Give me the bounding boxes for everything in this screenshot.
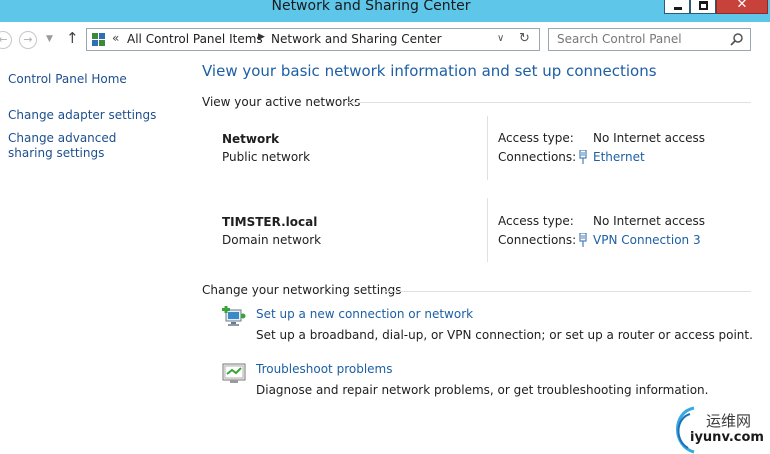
active-networks-label: View your active networks [202, 95, 361, 109]
breadcrumb-separator-icon[interactable]: ▶ [258, 32, 265, 42]
connection-link-vpn[interactable]: VPN Connection 3 [593, 233, 701, 247]
address-overflow-chevron[interactable]: « [112, 31, 119, 45]
vpn-connection-icon [579, 233, 587, 247]
up-button[interactable]: ↑ [66, 29, 79, 47]
vertical-divider [487, 116, 488, 180]
watermark-chinese-text: 运维网 [706, 412, 752, 430]
close-icon: ✕ [736, 0, 748, 12]
window-title: Network and Sharing Center [271, 0, 471, 14]
back-button[interactable]: ← [0, 31, 12, 49]
sidebar-item-change-advanced-sharing-settings[interactable]: Change advanced sharing settings [8, 131, 158, 161]
address-dropdown-icon[interactable]: ∨ [497, 33, 504, 44]
refresh-icon[interactable]: ↻ [519, 31, 530, 46]
navigation-bar: ← → ▼ ↑ « All Control Panel Items ▶ Netw… [0, 22, 770, 56]
section-divider [346, 102, 751, 103]
search-box[interactable]: Search Control Panel [548, 28, 751, 51]
connection-link-ethernet[interactable]: Ethernet [593, 150, 645, 164]
title-bar[interactable]: Network and Sharing Center ✕ [0, 0, 770, 22]
vertical-divider [487, 198, 488, 262]
maximize-icon [699, 1, 708, 10]
troubleshoot-icon [222, 363, 246, 383]
maximize-button[interactable] [690, 0, 716, 14]
troubleshoot-problems-description: Diagnose and repair network problems, or… [256, 383, 709, 397]
troubleshoot-problems-link[interactable]: Troubleshoot problems [256, 362, 392, 376]
network-category: Domain network [222, 233, 322, 247]
control-panel-icon [91, 32, 106, 47]
network-name: Network [222, 132, 280, 146]
breadcrumb-network-and-sharing-center[interactable]: Network and Sharing Center [271, 32, 442, 46]
access-type-value: No Internet access [593, 214, 706, 228]
new-connection-icon [222, 306, 246, 326]
address-bar[interactable]: « All Control Panel Items ▶ Network and … [86, 28, 540, 51]
connections-label: Connections: [498, 233, 577, 247]
sidebar-item-change-adapter-settings[interactable]: Change adapter settings [8, 108, 156, 123]
setup-new-connection-description: Set up a broadband, dial-up, or VPN conn… [256, 328, 753, 342]
setup-new-connection-link[interactable]: Set up a new connection or network [256, 307, 473, 321]
network-name: TIMSTER.local [222, 215, 318, 229]
access-type-label: Access type: [498, 214, 574, 228]
minimize-icon [674, 7, 682, 10]
access-type-label: Access type: [498, 131, 574, 145]
access-type-value: No Internet access [593, 131, 706, 145]
forward-button[interactable]: → [19, 31, 37, 49]
close-button[interactable]: ✕ [716, 0, 768, 14]
connections-label: Connections: [498, 150, 577, 164]
search-input[interactable]: Search Control Panel [557, 32, 682, 46]
networking-settings-label: Change your networking settings [202, 283, 402, 297]
recent-locations-dropdown[interactable]: ▼ [46, 34, 53, 44]
content-area: Control Panel Home Change adapter settin… [0, 56, 770, 454]
minimize-button[interactable] [664, 0, 690, 14]
ethernet-icon [579, 150, 587, 164]
page-title: View your basic network information and … [202, 62, 657, 80]
search-icon[interactable] [730, 32, 744, 46]
sidebar-item-control-panel-home[interactable]: Control Panel Home [8, 72, 127, 87]
watermark-domain-text: iyunv.com [690, 430, 764, 445]
breadcrumb-all-control-panel-items[interactable]: All Control Panel Items [127, 32, 263, 46]
network-category: Public network [222, 150, 311, 164]
section-divider [382, 291, 751, 292]
